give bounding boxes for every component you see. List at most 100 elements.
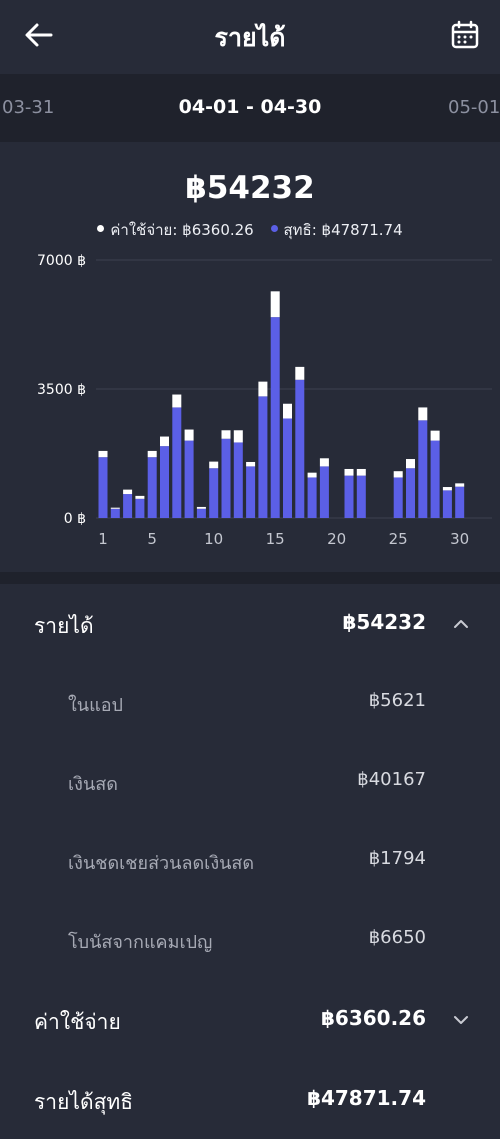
income-label: รายได้: [34, 614, 94, 638]
bar-net: [430, 440, 440, 518]
bar-expense: [123, 489, 133, 495]
y-tick-label: 3500 ฿: [37, 382, 86, 398]
income-item-in-app: ในแอป ฿5621: [0, 690, 500, 718]
expenses-row[interactable]: ค่าใช้จ่าย ฿6360.26: [0, 1006, 500, 1036]
income-item-cash: เงินสด ฿40167: [0, 769, 500, 797]
income-item-cash-discount-compensation: เงินชดเชยส่วนลดเงินสด ฿1794: [0, 848, 500, 876]
bar-net: [455, 486, 465, 518]
bar-expense: [270, 291, 280, 318]
chart-legend: ค่าใช้จ่าย: ฿6360.26 สุทธิ: ฿47871.74: [0, 218, 500, 242]
item-value: ฿5621: [368, 690, 426, 711]
bar-net: [147, 457, 157, 518]
bar-net: [135, 498, 145, 518]
section-divider: [0, 572, 500, 584]
total-income: ฿54232: [185, 170, 315, 206]
income-bar-chart[interactable]: 0 ฿3500 ฿7000 ฿1 5 10 15 20 25 30: [0, 246, 500, 566]
income-row[interactable]: รายได้ ฿54232: [0, 610, 500, 640]
current-period[interactable]: 04-01 - 04-30: [0, 96, 500, 118]
next-period[interactable]: 05-01: [448, 97, 500, 118]
item-label: เงินสด: [68, 774, 118, 795]
x-tick-label: 25: [389, 530, 408, 548]
bar-net: [209, 468, 219, 518]
income-details: รายได้ ฿54232 ในแอป ฿5621 เงินสด ฿40167 …: [0, 584, 500, 1139]
item-value: ฿40167: [357, 769, 426, 790]
bar-expense: [98, 450, 108, 458]
expenses-label: ค่าใช้จ่าย: [34, 1010, 121, 1034]
bar-net: [442, 490, 452, 518]
bar-expense: [455, 483, 465, 487]
bar-net: [258, 396, 268, 518]
bar-net: [160, 446, 169, 518]
bar-expense: [221, 430, 231, 439]
x-tick-label: 5: [147, 530, 157, 548]
chevron-down-icon[interactable]: [452, 1011, 470, 1029]
bar-expense: [246, 461, 256, 467]
bar-net: [221, 438, 231, 518]
legend-net: สุทธิ: ฿47871.74: [270, 218, 403, 242]
bar-expense: [319, 458, 329, 467]
chart-section: ฿54232 ค่าใช้จ่าย: ฿6360.26 สุทธิ: ฿4787…: [0, 142, 500, 572]
bar-expense: [307, 472, 317, 478]
bar-expense: [295, 366, 305, 380]
bar-net: [123, 494, 133, 518]
bar-net: [393, 477, 403, 518]
bar-net: [184, 440, 194, 518]
net-income-row: รายได้สุทธิ ฿47871.74: [0, 1086, 500, 1116]
bar-net: [246, 466, 256, 518]
bar-expense: [430, 430, 440, 441]
bar-expense: [418, 407, 428, 421]
x-tick-label: 15: [266, 530, 285, 548]
bar-expense: [233, 430, 243, 443]
bar-net: [196, 508, 206, 518]
page-title: รายได้: [214, 23, 286, 52]
calendar-button[interactable]: [448, 17, 482, 53]
bar-expense: [283, 403, 292, 419]
bar-net: [270, 317, 280, 518]
bar-net: [283, 418, 292, 518]
income-item-campaign-bonus: โบนัสจากแคมเปญ ฿6650: [0, 927, 500, 955]
bar-net: [344, 475, 354, 518]
x-tick-label: 1: [98, 530, 108, 548]
legend-expense-label: ค่าใช้จ่าย: ฿6360.26: [110, 221, 254, 239]
net-income-value: ฿47871.74: [307, 1086, 426, 1110]
y-tick-label: 7000 ฿: [37, 253, 86, 269]
bar-net: [172, 407, 182, 518]
bar-net: [295, 379, 305, 518]
legend-expense: ค่าใช้จ่าย: ฿6360.26: [97, 218, 254, 242]
bar-expense: [196, 506, 206, 509]
date-range-selector: 03-31 04-01 - 04-30 05-01: [0, 74, 500, 142]
income-value: ฿54232: [342, 610, 427, 634]
bar-expense: [344, 468, 354, 476]
x-tick-label: 20: [327, 530, 346, 548]
item-label: ในแอป: [68, 695, 123, 716]
bar-net: [233, 442, 243, 518]
bar-expense: [442, 487, 452, 491]
bar-net: [319, 466, 329, 518]
bar-expense: [172, 394, 182, 408]
legend-net-label: สุทธิ: ฿47871.74: [283, 221, 403, 239]
bar-expense: [184, 429, 194, 441]
bar-expense: [356, 468, 366, 476]
bar-expense: [147, 450, 157, 458]
chevron-up-icon[interactable]: [452, 615, 470, 633]
bar-net: [110, 508, 120, 518]
bar-expense: [406, 459, 415, 469]
expenses-value: ฿6360.26: [320, 1006, 426, 1030]
bar-net: [356, 475, 366, 518]
bar-expense: [209, 461, 219, 469]
item-label: เงินชดเชยส่วนลดเงินสด: [68, 853, 255, 874]
bar-expense: [393, 471, 403, 478]
item-label: โบนัสจากแคมเปญ: [68, 932, 213, 953]
x-tick-label: 10: [204, 530, 223, 548]
bar-net: [98, 457, 108, 518]
top-bar: รายได้: [0, 0, 500, 74]
bar-net: [418, 420, 428, 518]
bar-expense: [135, 495, 145, 499]
bar-expense: [258, 381, 268, 397]
item-value: ฿1794: [368, 848, 426, 869]
bar-expense: [110, 507, 120, 509]
calendar-icon: [451, 20, 479, 49]
bar-net: [406, 468, 415, 518]
legend-expense-dot: [97, 225, 105, 232]
legend-net-dot: [270, 225, 278, 232]
